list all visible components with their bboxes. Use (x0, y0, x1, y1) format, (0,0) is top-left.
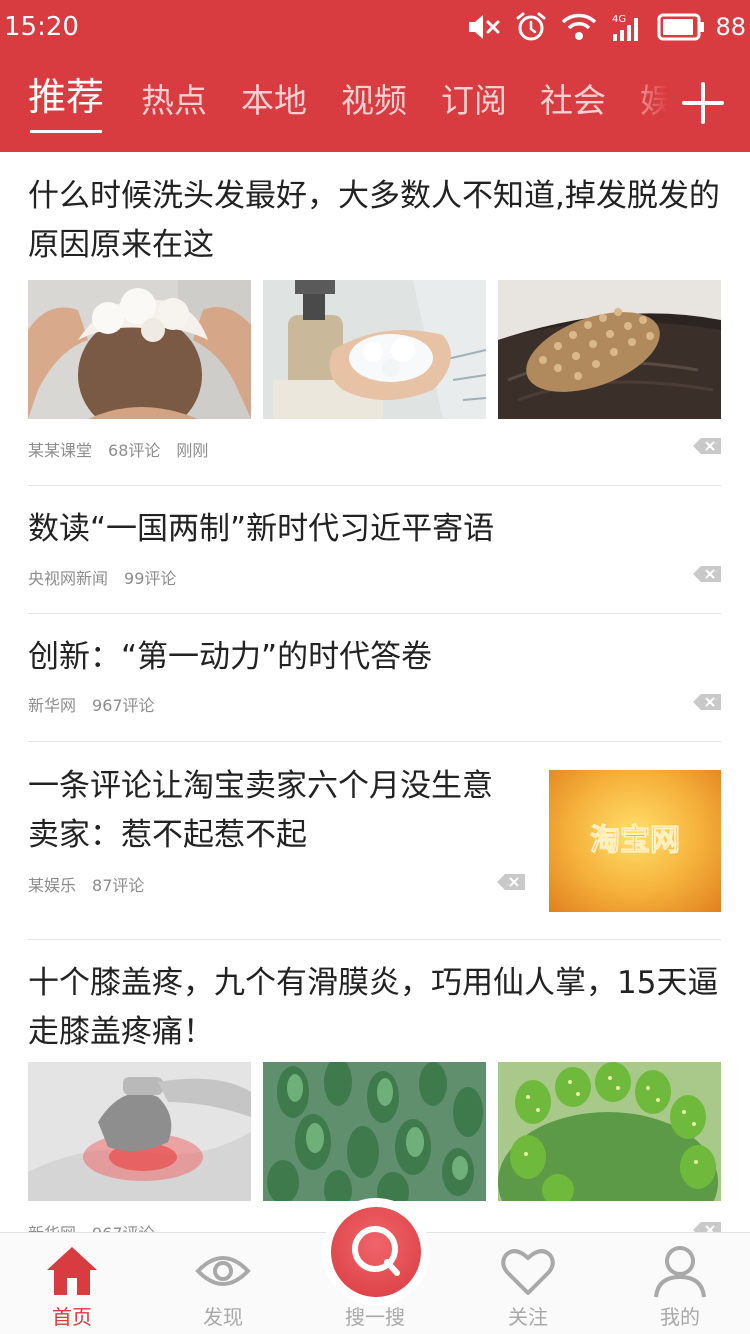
tab-hot[interactable]: 热点 (141, 76, 207, 126)
article-image-knee[interactable] (28, 1062, 251, 1201)
tab-local[interactable]: 本地 (241, 76, 307, 126)
article-item[interactable]: 十个膝盖疼，九个有滑膜炎，巧用仙人掌，15天逼走膝盖疼痛！ (28, 959, 721, 1057)
cactus-fruit-photo (498, 1062, 721, 1201)
taobao-logo-text: 淘宝网 (590, 823, 680, 858)
article-meta: 某某课堂 68评论 刚刚 (28, 437, 224, 461)
tab-subscribe[interactable]: 订阅 (441, 76, 507, 126)
article-source: 新华网 (28, 1224, 76, 1232)
article-image-cactus-field[interactable] (263, 1062, 486, 1201)
dismiss-icon[interactable] (693, 438, 721, 454)
article-image-hairbrush[interactable] (498, 280, 721, 419)
article-comments: 87评论 (92, 876, 145, 895)
article-meta: 央视网新闻 99评论 (28, 565, 192, 589)
article-image-hair-washing[interactable] (28, 280, 251, 419)
active-tab-indicator (30, 130, 102, 133)
status-time: 15:20 (4, 12, 79, 42)
article-title[interactable]: 创新：“第一动力”的时代答卷 (28, 633, 721, 682)
article-meta: 新华网 967评论 (28, 692, 171, 716)
nav-discover[interactable]: 发现 (168, 1233, 278, 1334)
article-source: 新华网 (28, 696, 77, 715)
user-icon (654, 1246, 706, 1298)
battery-icon (657, 13, 705, 41)
heart-icon (501, 1249, 555, 1295)
mute-icon (469, 15, 500, 39)
wifi-icon (562, 13, 597, 40)
nav-profile[interactable]: 我的 (625, 1233, 735, 1334)
home-icon (47, 1247, 97, 1295)
nav-home[interactable]: 首页 (17, 1233, 127, 1334)
nav-profile-label: 我的 (660, 1305, 700, 1329)
article-item[interactable]: 数读“一国两制”新时代习近平寄语 (28, 505, 721, 554)
divider (28, 485, 721, 486)
divider (28, 939, 721, 940)
add-channel-icon[interactable] (680, 80, 726, 126)
category-tabs: 推荐 热点 本地 视频 订阅 社会 娱乐 (0, 70, 670, 140)
tab-recommend[interactable]: 推荐 (28, 72, 104, 122)
article-comments: 68评论 (108, 441, 161, 460)
article-image-taobao[interactable]: 淘宝网 (549, 770, 721, 912)
status-icons: 4G 88 (453, 9, 746, 45)
tab-society[interactable]: 社会 (540, 76, 606, 126)
dismiss-icon[interactable] (497, 874, 525, 890)
article-title[interactable]: 一条评论让淘宝卖家六个月没生意 卖家：惹不起惹不起 (28, 762, 533, 860)
nav-discover-label: 发现 (203, 1305, 243, 1329)
dismiss-icon[interactable] (693, 1222, 721, 1232)
nav-home-label: 首页 (52, 1305, 92, 1329)
knee-ice-pack-photo (28, 1062, 251, 1201)
article-meta: 某娱乐 87评论 (28, 872, 160, 896)
tabs-fade (620, 70, 680, 140)
cellular-signal-icon: 4G (612, 14, 639, 41)
search-icon (352, 1226, 400, 1276)
article-title[interactable]: 什么时候洗头发最好，大多数人不知道,掉发脱发的原因原来在这 (28, 172, 721, 270)
news-feed: 什么时候洗头发最好，大多数人不知道,掉发脱发的原因原来在这 某某课堂 68评论 … (0, 152, 750, 1232)
network-type: 4G (612, 14, 626, 25)
article-title[interactable]: 数读“一国两制”新时代习近平寄语 (28, 505, 721, 554)
hairbrush-photo (498, 280, 721, 419)
article-meta: 新华网 967评论 (28, 1220, 171, 1232)
article-item[interactable]: 创新：“第一动力”的时代答卷 (28, 633, 721, 682)
search-button[interactable] (322, 1198, 430, 1306)
article-image-cactus-fruit[interactable] (498, 1062, 721, 1201)
article-source: 某某课堂 (28, 441, 93, 460)
hair-washing-photo (28, 280, 251, 419)
app-header: 15:20 4G 88 推荐 热点 本地 视频 订阅 社会 (0, 0, 750, 152)
article-title[interactable]: 十个膝盖疼，九个有滑膜炎，巧用仙人掌，15天逼走膝盖疼痛！ (28, 959, 721, 1057)
search-button-circle (331, 1207, 421, 1297)
status-bar: 15:20 4G 88 (0, 0, 750, 54)
eye-icon (195, 1256, 251, 1286)
article-source: 某娱乐 (28, 876, 77, 895)
article-comments: 967评论 (92, 1224, 155, 1232)
article-image-soap-foam[interactable] (263, 280, 486, 419)
tab-video[interactable]: 视频 (341, 76, 407, 126)
soap-foam-photo (263, 280, 486, 419)
alarm-icon (516, 12, 546, 41)
battery-level: 88 (715, 13, 746, 41)
dismiss-icon[interactable] (693, 694, 721, 710)
nav-follow-label: 关注 (508, 1305, 548, 1329)
divider (28, 741, 721, 742)
dismiss-icon[interactable] (693, 566, 721, 582)
article-item[interactable]: 什么时候洗头发最好，大多数人不知道,掉发脱发的原因原来在这 (28, 172, 721, 270)
cactus-field-photo (263, 1062, 486, 1201)
article-time: 刚刚 (176, 441, 209, 460)
nav-follow[interactable]: 关注 (473, 1233, 583, 1334)
article-source: 央视网新闻 (28, 569, 109, 588)
divider (28, 613, 721, 614)
article-comments: 967评论 (92, 696, 155, 715)
article-comments: 99评论 (124, 569, 177, 588)
article-item[interactable]: 一条评论让淘宝卖家六个月没生意 卖家：惹不起惹不起 (28, 762, 533, 860)
taobao-logo-image: 淘宝网 (590, 823, 681, 859)
